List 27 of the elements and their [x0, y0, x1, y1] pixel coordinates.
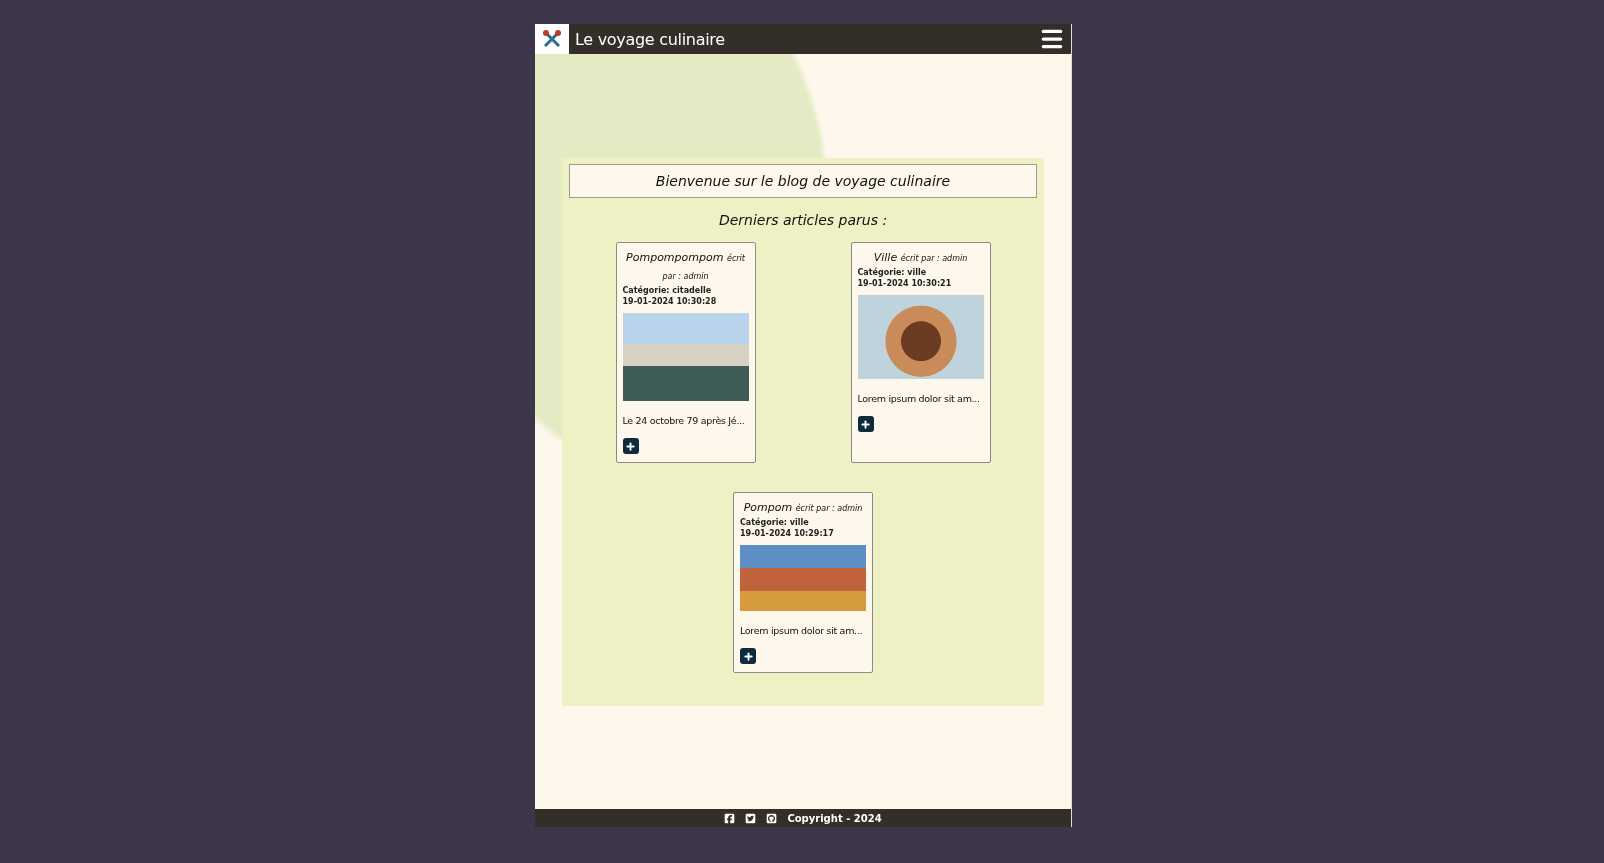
plus-icon	[860, 418, 871, 430]
article-title: Pompompompom écrit par : admin	[625, 250, 746, 283]
twitter-icon[interactable]	[745, 812, 757, 824]
article-title: Ville écrit par : admin	[872, 250, 969, 266]
article-title: Pompom écrit par : admin	[742, 500, 864, 516]
article-category: Catégorie: citadelle	[622, 285, 713, 296]
welcome-banner: Bienvenue sur le blog de voyage culinaire	[569, 164, 1037, 198]
crossed-utensils-icon	[541, 28, 563, 50]
plus-icon	[625, 440, 636, 452]
article-excerpt: Lorem ipsum dolor sit am...	[740, 625, 864, 636]
article-excerpt: Le 24 octobre 79 après Jé...	[622, 415, 746, 426]
copyright-text: Copyright - 2024	[787, 812, 882, 824]
read-more-button[interactable]	[857, 416, 874, 432]
facebook-icon[interactable]	[724, 812, 736, 824]
article-category: Catégorie: ville	[857, 267, 928, 278]
logo[interactable]	[535, 24, 569, 54]
article-excerpt: Lorem ipsum dolor sit am...	[857, 393, 981, 404]
article-date: 19-01-2024 10:30:28	[622, 296, 718, 307]
article-date: 19-01-2024 10:30:21	[857, 278, 953, 289]
read-more-button[interactable]	[740, 648, 756, 664]
article-category: Catégorie: ville	[740, 517, 810, 528]
github-icon[interactable]	[766, 812, 778, 824]
site-title: Le voyage culinaire	[575, 29, 726, 49]
article-date: 19-01-2024 10:29:17	[740, 528, 835, 539]
plus-icon	[742, 650, 754, 662]
section-title: Derniers articles parus :	[718, 212, 888, 228]
read-more-button[interactable]	[622, 438, 639, 454]
